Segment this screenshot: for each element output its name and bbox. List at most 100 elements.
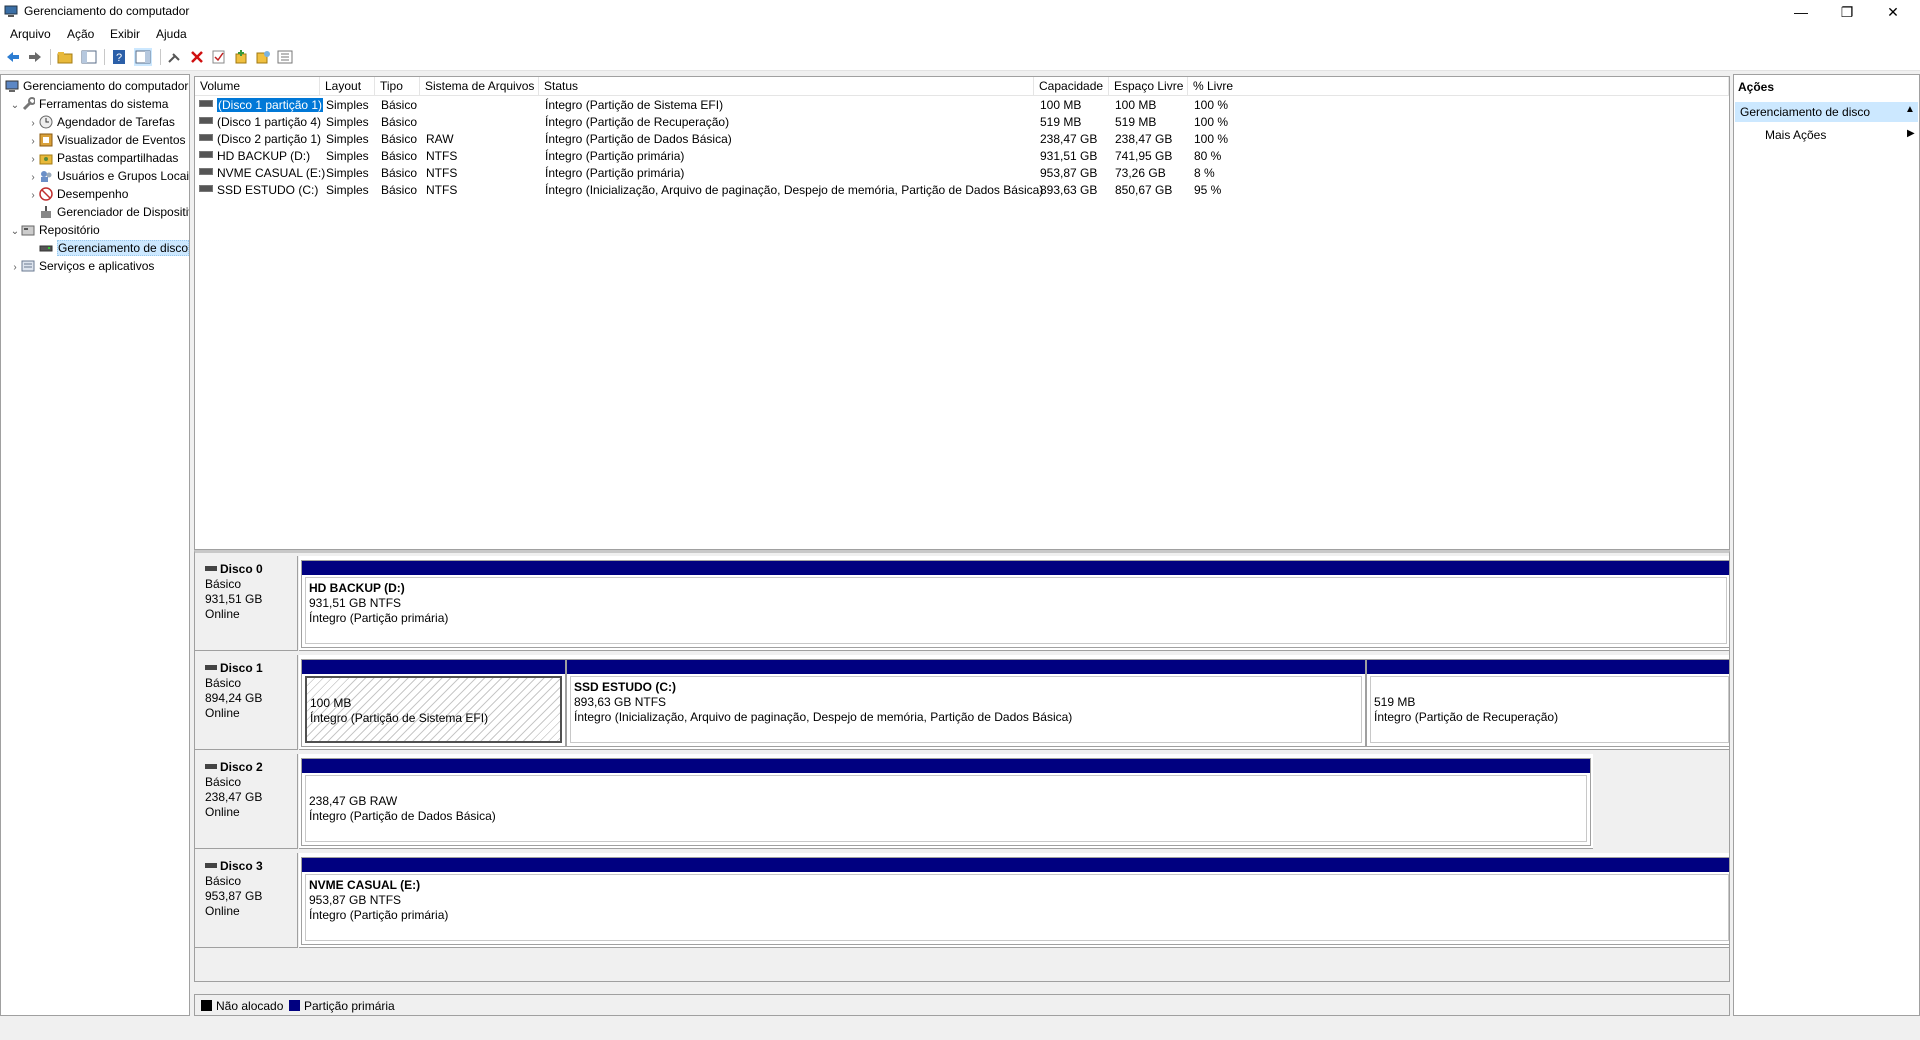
check-icon[interactable] (210, 48, 228, 66)
partition-size: 931,51 GB NTFS (309, 596, 402, 610)
partition-info: 519 MB Íntegro (Partição de Recuperação) (1370, 676, 1729, 743)
tree-item-event-viewer[interactable]: › Visualizador de Eventos (27, 131, 185, 149)
menu-acao[interactable]: Ação (67, 27, 94, 41)
partition-size: 893,63 GB NTFS (574, 695, 667, 709)
disk-name: Disco 0 (205, 562, 297, 577)
toolbar-separator (160, 49, 161, 65)
menu-bar: Arquivo Ação Exibir Ajuda (0, 24, 1920, 44)
table-row[interactable]: HD BACKUP (D:) Simples Básico NTFS Íntegro (… (195, 148, 1729, 165)
disk-size: 238,47 GB (205, 790, 263, 804)
tree-item-performance[interactable]: › Desempenho (27, 185, 128, 203)
menu-exibir[interactable]: Exibir (110, 27, 140, 41)
disk-label[interactable]: Disco 1 Básico 894,24 GB Online (195, 655, 298, 750)
column-header-capacity[interactable]: Capacidade (1034, 77, 1109, 96)
disk-name: Disco 1 (205, 661, 297, 676)
partition-name: NVME CASUAL (E:) (309, 878, 421, 892)
partition-block[interactable]: 519 MB Íntegro (Partição de Recuperação) (1366, 659, 1729, 747)
table-cell: Simples (326, 98, 369, 112)
table-row[interactable]: (Disco 2 partição 1) Simples Básico RAW Ínte… (195, 131, 1729, 148)
toolbar-separator (50, 49, 51, 65)
table-cell: Íntegro (Partição de Sistema EFI) (545, 98, 724, 112)
partition-block[interactable]: NVME CASUAL (E:) 953,87 GB NTFS Íntegro (P… (301, 857, 1729, 945)
disk-label[interactable]: Disco 2 Básico 238,47 GB Online (195, 754, 298, 849)
disk-state: Online (205, 607, 240, 621)
legend-item-unallocated: Não alocado (201, 999, 283, 1013)
table-cell: NTFS (426, 183, 458, 197)
users-icon (39, 169, 53, 183)
partition-color-bar (567, 660, 1365, 674)
tree-item-local-users-groups[interactable]: › Usuários e Grupos Locais (27, 167, 189, 185)
disk-label[interactable]: Disco 3 Básico 953,87 GB Online (195, 853, 298, 948)
help-icon[interactable]: ? (110, 48, 128, 66)
show-hide-tree-icon[interactable] (80, 48, 98, 66)
menu-arquivo[interactable]: Arquivo (10, 27, 51, 41)
back-arrow-icon[interactable] (4, 48, 22, 66)
table-cell: NTFS (426, 166, 458, 180)
column-header-free-space[interactable]: Espaço Livre (1109, 77, 1188, 96)
new-icon[interactable] (232, 48, 250, 66)
actions-section-disk-management[interactable]: Gerenciamento de disco ▲ (1735, 102, 1918, 122)
expand-chevron-icon[interactable]: ⌄ (9, 223, 21, 241)
volume-list: Volume Layout Tipo Sistema de Arquivos S… (194, 76, 1730, 550)
properties-icon[interactable] (254, 48, 272, 66)
tree-item-shared-folders[interactable]: › Pastas compartilhadas (27, 149, 178, 167)
table-cell: 931,51 GB (1040, 149, 1098, 163)
services-icon (21, 259, 35, 273)
minimize-button[interactable]: — (1778, 0, 1824, 24)
tree-item-computer-management[interactable]: Gerenciamento do computador (Local) (5, 77, 189, 95)
partition-block[interactable]: 238,47 GB RAW Íntegro (Partição de Dados … (301, 758, 1591, 846)
connect-icon[interactable] (166, 48, 184, 66)
partition-name (310, 681, 560, 696)
forward-arrow-icon[interactable] (26, 48, 44, 66)
list-icon[interactable] (276, 48, 294, 66)
expand-chevron-icon[interactable]: › (9, 259, 21, 277)
tree-item-device-manager[interactable]: Gerenciador de Dispositivos (39, 203, 189, 221)
disk-state: Online (205, 706, 240, 720)
volume-icon (199, 100, 213, 107)
console-view-icon[interactable] (134, 48, 152, 66)
column-header-filesystem[interactable]: Sistema de Arquivos (420, 77, 539, 96)
disk-partition-area: 100 MB Íntegro (Partição de Sistema EFI) S… (299, 655, 1729, 750)
up-folder-icon[interactable] (56, 48, 74, 66)
table-cell: 519 MB (1115, 115, 1157, 129)
restore-button[interactable]: ❐ (1824, 0, 1870, 24)
column-header-layout[interactable]: Layout (320, 77, 375, 96)
partition-block[interactable]: HD BACKUP (D:) 931,51 GB NTFS Íntegro (Par… (301, 560, 1729, 648)
disk-type: Básico (205, 577, 242, 591)
disk-row: Disco 1 Básico 894,24 GB Online 100 MB Íntegr… (195, 655, 1729, 752)
tree-item-services-apps[interactable]: › Serviços e aplicativos (9, 257, 154, 275)
close-button[interactable]: ✕ (1870, 0, 1916, 24)
table-row[interactable]: SSD ESTUDO (C:) Simples Básico NTFS Íntegro … (195, 182, 1729, 199)
column-header-volume[interactable]: Volume (195, 77, 320, 96)
table-cell: 953,87 GB (1040, 166, 1098, 180)
column-header-type[interactable]: Tipo (375, 77, 420, 96)
volume-icon (199, 168, 213, 175)
partition-block[interactable]: SSD ESTUDO (C:) 893,63 GB NTFS Íntegro (In… (566, 659, 1366, 747)
delete-icon[interactable] (188, 48, 206, 66)
column-header-status[interactable]: Status (539, 77, 1034, 96)
expand-chevron-icon[interactable]: ⌄ (9, 97, 21, 115)
tree-item-disk-management[interactable]: Gerenciamento de disco (39, 239, 189, 257)
table-cell: 238,47 GB (1040, 132, 1098, 146)
collapse-up-icon[interactable]: ▲ (1905, 104, 1915, 115)
table-cell: Básico (381, 149, 418, 163)
menu-ajuda[interactable]: Ajuda (156, 27, 187, 41)
expand-chevron-icon[interactable]: › (27, 187, 39, 205)
table-row[interactable]: (Disco 1 partição 1) Simples Básico Íntegro… (195, 97, 1729, 114)
disk-name: Disco 3 (205, 859, 297, 874)
table-cell: Simples (326, 166, 369, 180)
tree-item-label: Repositório (39, 223, 100, 237)
tree-item-system-tools[interactable]: ⌄ Ferramentas do sistema (9, 95, 168, 113)
table-cell: (Disco 1 partição 1) (199, 97, 324, 114)
tree-item-task-scheduler[interactable]: › Agendador de Tarefas (27, 113, 175, 131)
more-actions-item[interactable]: Mais Ações ▶ (1735, 125, 1918, 145)
tree-item-storage[interactable]: ⌄ Repositório (9, 221, 100, 239)
table-row[interactable]: NVME CASUAL (E:) Simples Básico NTFS Íntegro… (195, 165, 1729, 182)
disk-label[interactable]: Disco 0 Básico 931,51 GB Online (195, 556, 298, 651)
legend-swatch (289, 1000, 300, 1011)
column-header-percent-free[interactable]: % Livre (1188, 77, 1729, 96)
partition-name: SSD ESTUDO (C:) (574, 680, 676, 694)
table-row[interactable]: (Disco 1 partição 4) Simples Básico Íntegro… (195, 114, 1729, 131)
partition-block[interactable]: 100 MB Íntegro (Partição de Sistema EFI) (301, 659, 566, 747)
tree-item-label: Ferramentas do sistema (39, 97, 169, 111)
